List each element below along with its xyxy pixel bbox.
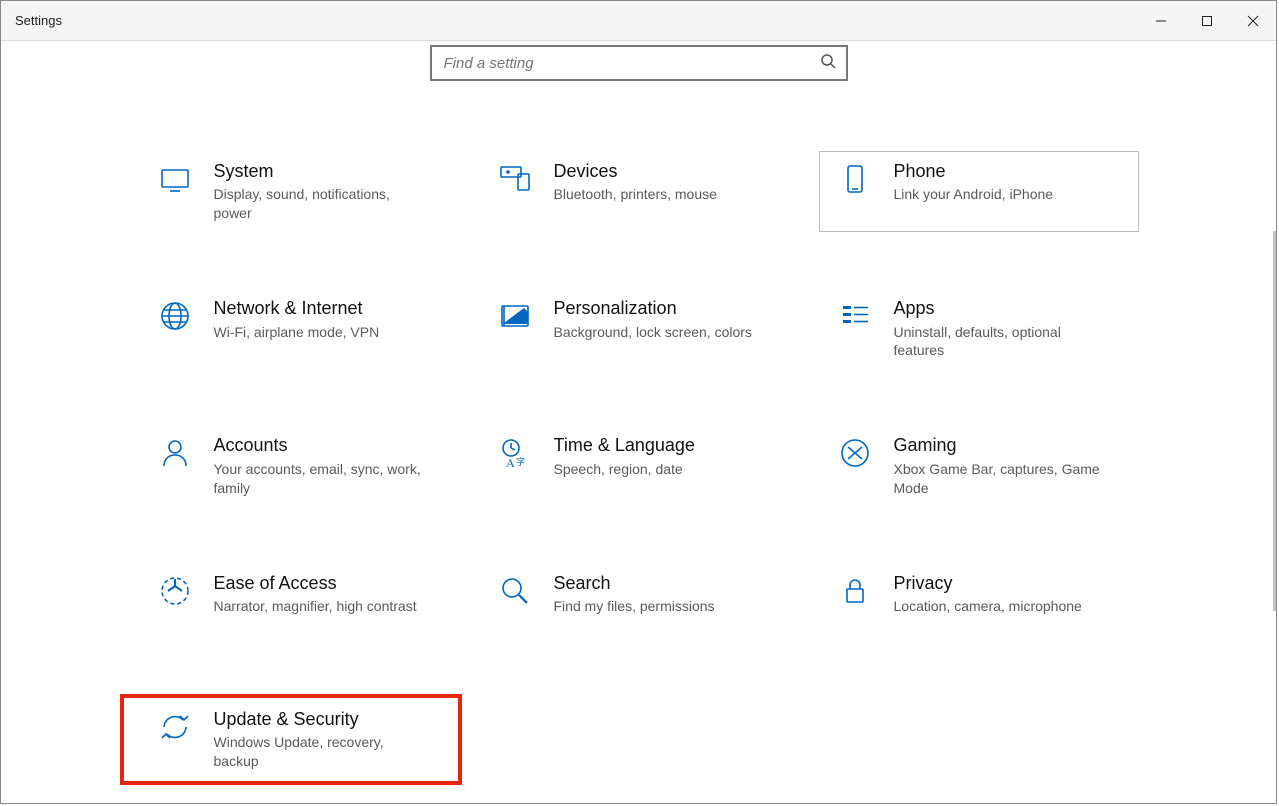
titlebar: Settings <box>1 1 1276 41</box>
maximize-button[interactable] <box>1184 1 1230 40</box>
window-title: Settings <box>1 13 62 28</box>
tile-desc: Display, sound, notifications, power <box>214 185 424 223</box>
gaming-icon <box>830 434 880 470</box>
tile-desc: Xbox Game Bar, captures, Game Mode <box>894 460 1104 498</box>
tile-desc: Background, lock screen, colors <box>554 323 752 342</box>
tile-text: Privacy Location, camera, microphone <box>894 572 1082 616</box>
tile-text: Devices Bluetooth, printers, mouse <box>554 160 717 204</box>
scrollbar[interactable] <box>1273 231 1276 611</box>
tile-title: Gaming <box>894 434 1104 457</box>
tile-desc: Location, camera, microphone <box>894 597 1082 616</box>
apps-icon <box>830 297 880 333</box>
tile-title: System <box>214 160 424 183</box>
tile-title: Search <box>554 572 715 595</box>
tile-apps[interactable]: Apps Uninstall, defaults, optional featur… <box>819 288 1139 369</box>
tile-system[interactable]: SystemDisplay, sound, notifications, pow… <box>139 151 459 232</box>
system-icon <box>150 160 200 196</box>
tile-desc: Link your Android, iPhone <box>894 185 1054 204</box>
tile-desc: Bluetooth, printers, mouse <box>554 185 717 204</box>
tile-title: Apps <box>894 297 1104 320</box>
tile-devices[interactable]: Devices Bluetooth, printers, mouse <box>479 151 799 232</box>
tile-desc: Wi-Fi, airplane mode, VPN <box>214 323 380 342</box>
tile-personalization[interactable]: Personalization Background, lock screen, … <box>479 288 799 369</box>
tile-desc: Uninstall, defaults, optional features <box>894 323 1104 361</box>
accounts-icon <box>150 434 200 470</box>
tile-text: Phone Link your Android, iPhone <box>894 160 1054 204</box>
tile-text: Accounts Your accounts, email, sync, work… <box>214 434 424 497</box>
tile-accounts[interactable]: Accounts Your accounts, email, sync, work… <box>139 425 459 506</box>
search-box[interactable] <box>430 45 848 81</box>
tile-title: Phone <box>894 160 1054 183</box>
search-row <box>1 45 1276 81</box>
tile-title: Network & Internet <box>214 297 380 320</box>
time-icon <box>490 434 540 470</box>
search-icon <box>490 572 540 608</box>
tile-text: Ease of Access Narrator, magnifier, high … <box>214 572 417 616</box>
minimize-button[interactable] <box>1138 1 1184 40</box>
settings-grid: SystemDisplay, sound, notifications, pow… <box>139 151 1139 780</box>
tile-privacy[interactable]: Privacy Location, camera, microphone <box>819 563 1139 643</box>
tile-title: Update & Security <box>214 708 424 731</box>
ease-icon <box>150 572 200 608</box>
tile-network[interactable]: Network & Internet Wi-Fi, airplane mode, … <box>139 288 459 369</box>
tile-desc: Your accounts, email, sync, work, family <box>214 460 424 498</box>
tile-gaming[interactable]: Gaming Xbox Game Bar, captures, Game Mode <box>819 425 1139 506</box>
update-icon <box>150 708 200 744</box>
tile-title: Devices <box>554 160 717 183</box>
tile-title: Personalization <box>554 297 752 320</box>
tile-desc: Speech, region, date <box>554 460 695 479</box>
tile-desc: Narrator, magnifier, high contrast <box>214 597 417 616</box>
search-icon <box>820 53 836 74</box>
tile-desc: Find my files, permissions <box>554 597 715 616</box>
tile-title: Privacy <box>894 572 1082 595</box>
tile-text: Time & Language Speech, region, date <box>554 434 695 478</box>
tile-time[interactable]: Time & Language Speech, region, date <box>479 425 799 506</box>
window-controls <box>1138 1 1276 40</box>
tile-search[interactable]: Search Find my files, permissions <box>479 563 799 643</box>
tile-desc: Windows Update, recovery, backup <box>214 733 424 771</box>
close-button[interactable] <box>1230 1 1276 40</box>
tile-text: Network & Internet Wi-Fi, airplane mode, … <box>214 297 380 341</box>
search-input[interactable] <box>442 54 820 73</box>
network-icon <box>150 297 200 333</box>
tile-text: SystemDisplay, sound, notifications, pow… <box>214 160 424 223</box>
tile-title: Time & Language <box>554 434 695 457</box>
devices-icon <box>490 160 540 196</box>
privacy-icon <box>830 572 880 608</box>
tile-text: Gaming Xbox Game Bar, captures, Game Mode <box>894 434 1104 497</box>
tile-title: Ease of Access <box>214 572 417 595</box>
tile-text: Search Find my files, permissions <box>554 572 715 616</box>
tile-text: Personalization Background, lock screen, … <box>554 297 752 341</box>
tile-text: Update & SecurityWindows Update, recover… <box>214 708 424 771</box>
tile-phone[interactable]: Phone Link your Android, iPhone <box>819 151 1139 232</box>
phone-icon <box>830 160 880 196</box>
tile-ease[interactable]: Ease of Access Narrator, magnifier, high … <box>139 563 459 643</box>
personalization-icon <box>490 297 540 333</box>
settings-window: Settings SystemDisplay, sound, notificat… <box>0 0 1277 804</box>
tile-update[interactable]: Update & SecurityWindows Update, recover… <box>139 699 459 780</box>
tile-title: Accounts <box>214 434 424 457</box>
tile-text: Apps Uninstall, defaults, optional featur… <box>894 297 1104 360</box>
